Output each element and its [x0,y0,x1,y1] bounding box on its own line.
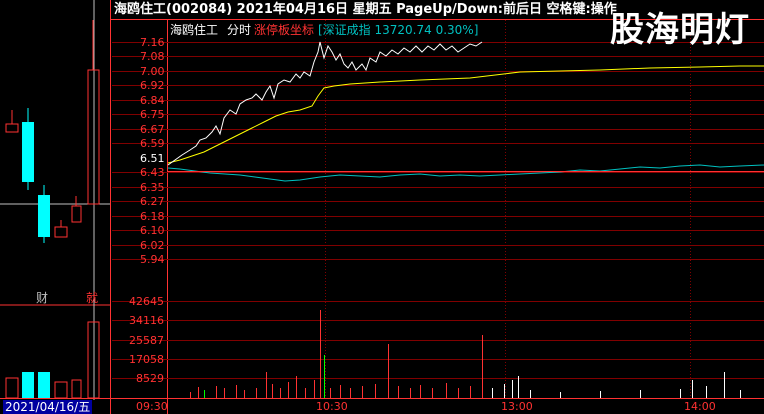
price-tick-label: 7.00 [140,64,165,78]
brand-watermark: 股海明灯 [610,10,750,50]
price-grid [112,42,764,379]
price-tick-label: 6.59 [140,136,165,150]
intraday-volume-bars [190,310,741,398]
price-tick-label: 6.27 [140,194,165,208]
volume-tick-label: 8529 [136,371,164,385]
time-tick-label: 14:00 [684,400,716,413]
price-tick-label: 6.43 [140,165,165,179]
volume-tick-label: 17058 [129,352,164,366]
finance-marker[interactable]: 财 [36,291,48,305]
time-tick-label: 09:30 [136,400,168,413]
date-label: 2021/04/16/五 [3,400,93,414]
price-tick-label: 6.92 [140,78,165,92]
time-tick-label: 13:00 [501,400,533,413]
price-tick-label: 6.02 [140,238,165,252]
price-tick-label: 6.67 [140,122,165,136]
time-tick-label: 10:30 [316,400,348,413]
volume-tick-label: 42645 [129,294,164,308]
price-tick-label: 6.35 [140,180,165,194]
price-tick-label: 6.84 [140,93,165,107]
price-tick-label: 6.18 [140,209,165,223]
time-grid [325,20,691,398]
daily-candles [5,20,100,243]
price-tick-label: 7.08 [140,49,165,63]
stock-name: 海鸥住工 [170,23,219,37]
mode-label[interactable]: 分时 [227,23,251,37]
price-tick-label: 7.16 [140,35,165,49]
price-tick-label: 6.75 [140,107,165,121]
price-tick-label: 5.94 [140,252,165,266]
event-marker[interactable]: 就 [86,291,98,305]
page-title: 海鸥住工(002084) 2021年04月16日 星期五 PageUp/Down… [114,2,617,17]
index-info: [深证成指 13720.74 0.30%] [318,23,479,37]
price-tick-label: 6.10 [140,223,165,237]
volume-tick-label: 34116 [129,313,164,327]
limit-axis-toggle[interactable]: 涨停板坐标 [254,23,314,37]
daily-volume-bars [5,321,100,399]
volume-tick-label: 25587 [129,333,164,347]
price-tick-label: 6.51 [140,151,165,165]
